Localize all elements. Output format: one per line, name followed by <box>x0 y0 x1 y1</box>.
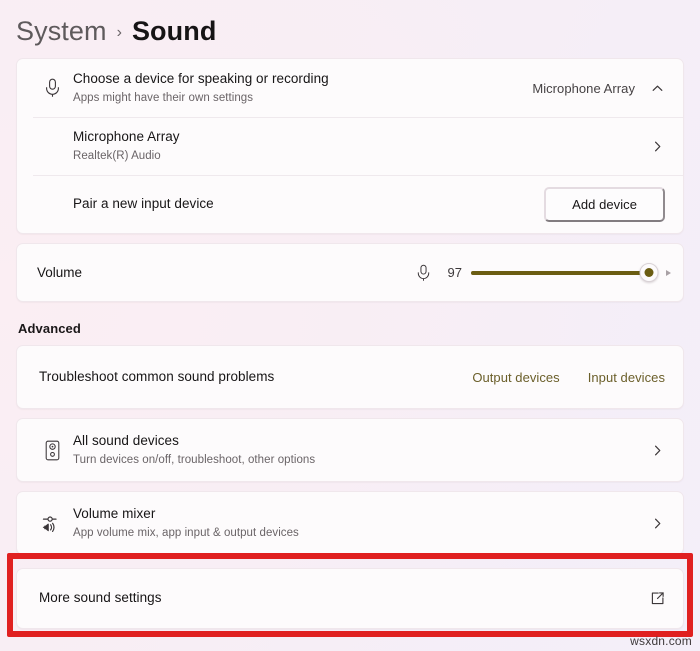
more-sound-settings-right <box>649 591 665 607</box>
all-sound-devices-subtitle: Turn devices on/off, troubleshoot, other… <box>73 452 637 468</box>
volume-slider-thumb[interactable] <box>640 263 659 282</box>
volume-mixer-subtitle: App volume mix, app input & output devic… <box>73 525 637 541</box>
microphone-array-text: Microphone Array Realtek(R) Audio <box>71 128 637 163</box>
pair-new-input-device-row: Pair a new input device Add device <box>17 175 683 233</box>
chevron-right-icon[interactable] <box>649 515 665 531</box>
microphone-array-title: Microphone Array <box>73 128 637 146</box>
choose-input-device-text: Choose a device for speaking or recordin… <box>71 70 520 105</box>
add-device-button[interactable]: Add device <box>544 187 665 222</box>
pair-new-input-device-title: Pair a new input device <box>73 195 532 213</box>
settings-content: Choose a device for speaking or recordin… <box>0 58 700 629</box>
all-sound-devices-card[interactable]: All sound devices Turn devices on/off, t… <box>16 418 684 482</box>
speaker-icon <box>33 440 71 461</box>
volume-mixer-right <box>649 515 665 531</box>
troubleshoot-output-devices-link[interactable]: Output devices <box>472 370 559 385</box>
microphone-icon <box>33 78 71 98</box>
input-volume-row: Volume 97 <box>17 244 683 301</box>
volume-slider-fill <box>471 271 649 275</box>
advanced-section-heading: Advanced <box>18 321 684 336</box>
troubleshoot-text: Troubleshoot common sound problems <box>37 368 460 386</box>
more-sound-settings-row[interactable]: More sound settings <box>17 569 683 628</box>
choose-input-device-subtitle: Apps might have their own settings <box>73 90 520 106</box>
pair-new-input-device-text: Pair a new input device <box>71 195 532 213</box>
volume-value: 97 <box>440 265 462 280</box>
volume-controls: 97 <box>416 262 665 284</box>
troubleshoot-title: Troubleshoot common sound problems <box>39 368 460 386</box>
volume-mixer-text: Volume mixer App volume mix, app input &… <box>71 505 637 540</box>
all-sound-devices-title: All sound devices <box>73 432 637 450</box>
microphone-icon <box>416 264 431 282</box>
pair-new-input-device-right: Add device <box>544 187 665 222</box>
all-sound-devices-right <box>649 442 665 458</box>
volume-mixer-card[interactable]: Volume mixer App volume mix, app input &… <box>16 491 684 555</box>
troubleshoot-row: Troubleshoot common sound problems Outpu… <box>17 346 683 408</box>
watermark: wsxdn.com <box>630 634 692 648</box>
chevron-right-icon[interactable] <box>649 138 665 154</box>
volume-mixer-title: Volume mixer <box>73 505 637 523</box>
volume-slider[interactable] <box>471 262 665 284</box>
microphone-array-row[interactable]: Microphone Array Realtek(R) Audio <box>17 117 683 175</box>
input-device-card: Choose a device for speaking or recordin… <box>16 58 684 234</box>
input-volume-card: Volume 97 <box>16 243 684 302</box>
all-sound-devices-text: All sound devices Turn devices on/off, t… <box>71 432 637 467</box>
chevron-up-icon[interactable] <box>649 80 665 96</box>
external-link-icon[interactable] <box>649 591 665 607</box>
page-title: Sound <box>132 16 216 47</box>
all-sound-devices-row[interactable]: All sound devices Turn devices on/off, t… <box>17 419 683 481</box>
selected-input-device-value: Microphone Array <box>532 81 635 96</box>
breadcrumb: System › Sound <box>0 0 700 58</box>
troubleshoot-links: Output devices Input devices <box>472 370 665 385</box>
more-sound-settings-title: More sound settings <box>39 589 637 607</box>
volume-mixer-icon <box>33 514 71 533</box>
troubleshoot-card: Troubleshoot common sound problems Outpu… <box>16 345 684 409</box>
more-sound-settings-text: More sound settings <box>37 589 637 607</box>
choose-input-device-row[interactable]: Choose a device for speaking or recordin… <box>17 59 683 117</box>
chevron-right-icon[interactable] <box>649 442 665 458</box>
microphone-array-right <box>649 138 665 154</box>
microphone-array-subtitle: Realtek(R) Audio <box>73 148 637 164</box>
volume-mixer-row[interactable]: Volume mixer App volume mix, app input &… <box>17 492 683 554</box>
choose-input-device-right: Microphone Array <box>532 80 665 96</box>
volume-slider-endcap-icon <box>666 270 671 276</box>
volume-label: Volume <box>37 265 82 280</box>
choose-input-device-title: Choose a device for speaking or recordin… <box>73 70 520 88</box>
troubleshoot-input-devices-link[interactable]: Input devices <box>588 370 665 385</box>
more-sound-settings-card[interactable]: More sound settings <box>16 568 684 629</box>
breadcrumb-separator-icon: › <box>117 24 122 42</box>
breadcrumb-parent-system[interactable]: System <box>16 16 107 47</box>
